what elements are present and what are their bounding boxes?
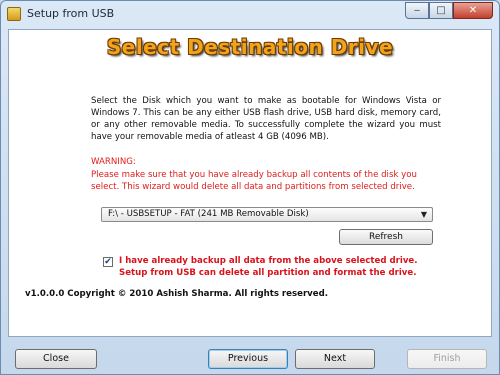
- drive-dropdown-value: F:\ - USBSETUP - FAT (241 MB Removable D…: [108, 209, 309, 219]
- window-title: Setup from USB: [27, 7, 115, 20]
- previous-button[interactable]: Previous: [208, 349, 288, 369]
- drive-dropdown[interactable]: F:\ - USBSETUP - FAT (241 MB Removable D…: [101, 207, 433, 222]
- maximize-button[interactable]: □: [429, 2, 453, 19]
- caption-buttons: ‒ □ ✕: [405, 2, 493, 20]
- dropdown-arrow-icon: ▼: [420, 210, 427, 219]
- copyright-text: v1.0.0.0 Copyright © 2010 Ashish Sharma.…: [25, 289, 329, 299]
- title-bar[interactable]: Setup from USB ‒ □ ✕: [1, 1, 499, 29]
- page-title: Select Destination Drive: [106, 35, 394, 59]
- backup-confirm-label[interactable]: I have already backup all data from the …: [119, 255, 439, 279]
- warning-title: WARNING:: [91, 157, 136, 167]
- warning-text: Please make sure that you have already b…: [91, 170, 417, 192]
- close-button[interactable]: Close: [15, 349, 97, 369]
- setup-app-icon: [7, 7, 21, 21]
- setup-window: Setup from USB ‒ □ ✕ Select Destination …: [0, 0, 500, 375]
- finish-button[interactable]: Finish: [407, 349, 487, 369]
- instructions-text: Select the Disk which you want to make a…: [91, 96, 441, 142]
- backup-confirm-checkbox[interactable]: ✔: [103, 257, 113, 267]
- next-button[interactable]: Next: [295, 349, 375, 369]
- minimize-button[interactable]: ‒: [405, 2, 429, 19]
- close-window-button[interactable]: ✕: [453, 2, 493, 19]
- refresh-button[interactable]: Refresh: [339, 229, 433, 245]
